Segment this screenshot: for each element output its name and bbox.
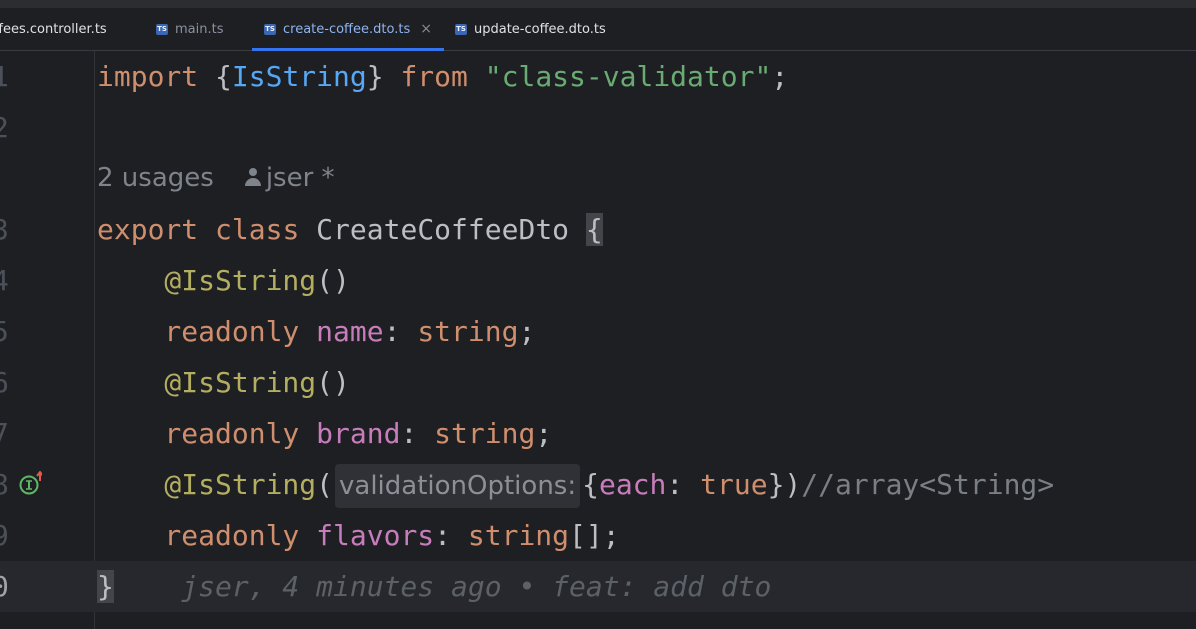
code-text: readonly name: string; [97, 315, 536, 348]
tab-label: ffees.controller.ts [0, 21, 107, 37]
line-number: 4 [0, 264, 9, 297]
code-text: @IsString(validationOptions: {each: true}… [97, 459, 1054, 510]
tab-create-coffee-dto[interactable]: TS create-coffee.dto.ts × [252, 8, 444, 51]
ts-file-icon: TS [264, 23, 276, 35]
code-text: readonly flavors: string[]; [97, 519, 620, 552]
editor-tab-bar: ffees.controller.ts TS main.ts TS create… [0, 8, 1196, 51]
code-line-1: 1 import {IsString} from "class-validato… [0, 51, 1196, 102]
tab-label: update-coffee.dto.ts [474, 21, 606, 37]
line-number: 7 [0, 417, 9, 450]
parameter-hint: validationOptions: [335, 464, 581, 508]
line-number: 3 [0, 213, 9, 246]
tab-coffees-controller[interactable]: ffees.controller.ts [0, 8, 107, 50]
code-text: @IsString() [97, 264, 350, 297]
code-text: } jser, 4 minutes ago • feat: add dto [97, 561, 771, 612]
code-line-4: 4 @IsString() [0, 255, 1196, 306]
code-editor[interactable]: 1 import {IsString} from "class-validato… [0, 51, 1196, 629]
code-text: export class CreateCoffeeDto { [97, 213, 603, 246]
code-text: @IsString() [97, 366, 350, 399]
usages-hint[interactable]: 2 usages jser * [97, 153, 335, 204]
tab-label: create-coffee.dto.ts [283, 21, 411, 37]
line-number: 8 [0, 468, 9, 501]
git-blame-annotation: jser, 4 minutes ago • feat: add dto [113, 570, 772, 603]
code-line-3: 3 export class CreateCoffeeDto { [0, 204, 1196, 255]
code-text: readonly brand: string; [97, 417, 553, 450]
code-line-8: 8 @IsString(validationOptions: {each: tru… [0, 459, 1196, 510]
line-number: 9 [0, 519, 9, 552]
tab-update-coffee-dto[interactable]: TS update-coffee.dto.ts [455, 8, 606, 50]
code-line-9: 9 readonly flavors: string[]; [0, 510, 1196, 561]
tab-label: main.ts [175, 21, 224, 37]
line-number: 2 [0, 111, 9, 144]
matched-brace: } [97, 570, 114, 603]
usages-inlay[interactable]: 2 usages jser * [0, 153, 1196, 204]
ts-file-icon: TS [455, 23, 467, 35]
ts-file-icon: TS [156, 23, 168, 35]
code-line-7: 7 readonly brand: string; [0, 408, 1196, 459]
close-icon[interactable]: × [420, 21, 432, 37]
user-icon [244, 166, 262, 188]
code-line-5: 5 readonly name: string; [0, 306, 1196, 357]
title-strip [0, 0, 1196, 8]
implementation-gutter-icon[interactable] [18, 471, 42, 495]
line-number: 1 [0, 60, 9, 93]
code-line-2: 2 [0, 102, 1196, 153]
line-number: 6 [0, 366, 9, 399]
line-number: 5 [0, 315, 9, 348]
line-number: 0 [0, 570, 9, 603]
matched-brace: { [585, 213, 603, 246]
code-line-6: 6 @IsString() [0, 357, 1196, 408]
code-line-10: 0 } jser, 4 minutes ago • feat: add dto [0, 561, 1196, 612]
code-text: import {IsString} from "class-validator"… [97, 60, 789, 93]
tab-main[interactable]: TS main.ts [156, 8, 223, 50]
